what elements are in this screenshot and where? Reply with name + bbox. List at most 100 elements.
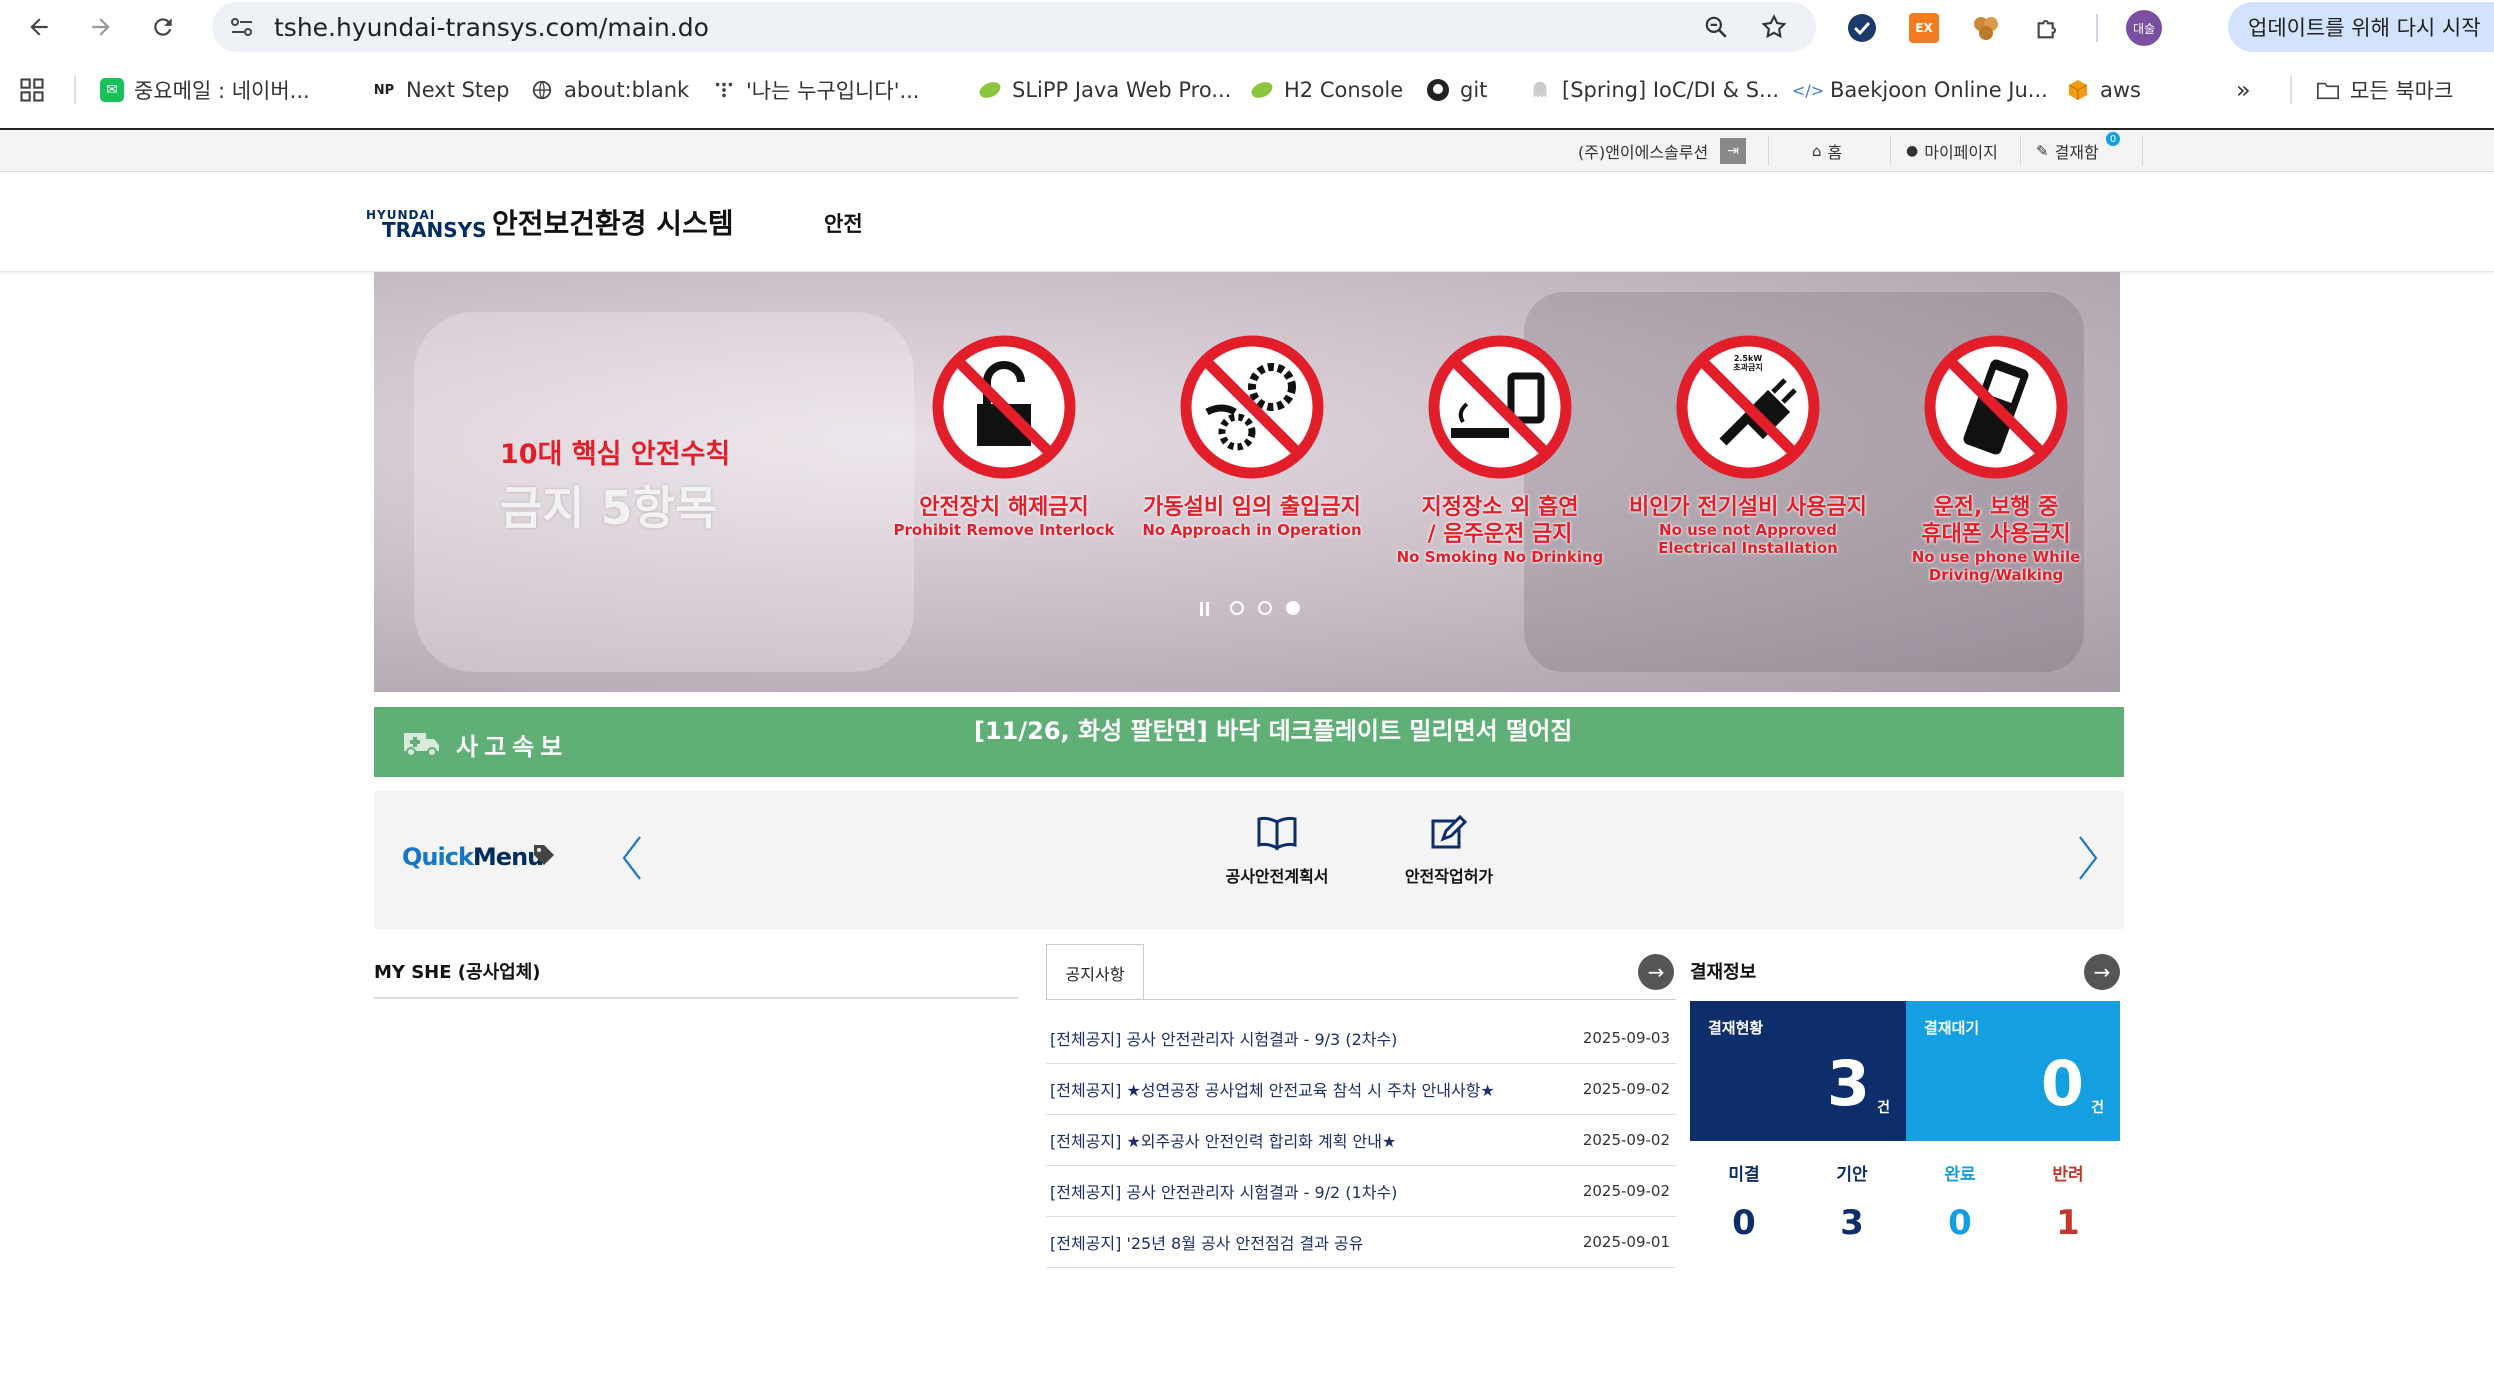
tab-notice[interactable]: 공지사항	[1046, 944, 1144, 1000]
address-bar[interactable]: tshe.hyundai-transys.com/main.do	[212, 2, 1816, 52]
slider-dot-active[interactable]	[1286, 601, 1300, 615]
approval-waiting-box[interactable]: 결재대기 0 건	[1906, 1001, 2120, 1141]
stat-value: 3	[1840, 1203, 1864, 1243]
notice-row[interactable]: [전체공지] '25년 8월 공사 안전점검 결과 공유 2025-09-01	[1046, 1217, 1676, 1268]
site-info-icon[interactable]	[228, 14, 256, 44]
bookmark-item[interactable]: </> Baekjoon Online Ju...	[1792, 72, 2048, 108]
extensions-puzzle-icon[interactable]	[2030, 10, 2066, 46]
quick-item-work-permit[interactable]: 안전작업허가	[1374, 814, 1524, 887]
accident-news-text[interactable]: [11/26, 화성 팔탄면] 바닥 데크플레이트 밀리면서 떨어짐	[974, 711, 1572, 746]
nav-item-safety[interactable]: 안전	[824, 208, 863, 238]
folder-icon	[2316, 78, 2340, 102]
bookmark-star-icon[interactable]	[1756, 9, 1792, 45]
hyundai-transys-logo[interactable]: HYUNDAI TRANSYS	[366, 198, 487, 248]
notice-title[interactable]: [전체공지] 공사 안전관리자 시험결과 - 9/2 (1차수)	[1050, 1179, 1397, 1203]
approval-waiting-label: 결재대기	[1924, 1019, 1980, 1037]
util-divider	[2142, 136, 2143, 166]
notice-more-arrow-icon[interactable]: →	[1638, 954, 1674, 990]
sign-label-ko: 비인가 전기설비 사용금지	[1629, 495, 1867, 520]
machine-prohibited-icon	[1180, 335, 1324, 479]
sign-label-ko: 지정장소 외 흡연 / 음주운전 금지	[1421, 495, 1579, 547]
approval-stat-completed[interactable]: 완료 0	[1910, 1160, 2010, 1243]
hero-banner: 10대 핵심 안전수칙 금지 5항목 안전장치 해제금지 Prohibit Re…	[374, 272, 2120, 692]
bookmark-item[interactable]: ✉ 중요메일 : 네이버...	[100, 72, 310, 108]
approval-more-arrow-icon[interactable]: →	[2084, 954, 2120, 990]
notice-title[interactable]: [전체공지] ★외주공사 안전인력 합리화 계획 안내★	[1050, 1128, 1396, 1152]
dots-icon	[712, 78, 736, 102]
profile-avatar[interactable]: 대술	[2126, 10, 2162, 46]
apps-grid-icon[interactable]	[18, 72, 46, 108]
stat-value: 1	[2056, 1203, 2080, 1243]
bookmark-item[interactable]: aws	[2066, 72, 2141, 108]
bookmark-item[interactable]: about:blank	[530, 72, 689, 108]
quick-menu-prev-arrow[interactable]	[620, 835, 644, 885]
stat-label: 반려	[2052, 1165, 2084, 1185]
approval-stat-rejected[interactable]: 반려 1	[2018, 1160, 2118, 1243]
notice-title[interactable]: [전체공지] ★성연공장 공사업체 안전교육 참석 시 주차 안내사항★	[1050, 1077, 1495, 1101]
all-bookmarks-folder[interactable]: 모든 북마크	[2316, 72, 2453, 108]
util-divider	[1890, 136, 1891, 166]
slider-dot[interactable]	[1230, 601, 1244, 615]
quick-item-construction-plan[interactable]: 공사안전계획서	[1202, 815, 1352, 887]
zoom-icon[interactable]	[1698, 9, 1734, 45]
quick-menu-next-arrow[interactable]	[2076, 835, 2100, 885]
hero-subtitle: 10대 핵심 안전수칙	[500, 439, 731, 470]
mypage-link[interactable]: ● 마이페이지	[1906, 130, 1998, 172]
util-divider	[1768, 136, 1769, 166]
pencil-icon: ✎	[2036, 142, 2049, 160]
logout-icon[interactable]: ⇥	[1720, 138, 1746, 164]
open-book-icon	[1257, 816, 1297, 851]
notice-row[interactable]: [전체공지] ★성연공장 공사업체 안전교육 참석 시 주차 안내사항★ 202…	[1046, 1064, 1676, 1115]
forward-icon[interactable]	[82, 8, 120, 46]
extension-cookie-icon[interactable]	[1968, 10, 2004, 46]
stat-label: 미결	[1728, 1165, 1760, 1185]
notice-date: 2025-09-02	[1582, 1080, 1670, 1098]
bookmark-item[interactable]: git	[1426, 72, 1487, 108]
notice-date: 2025-09-02	[1582, 1182, 1670, 1200]
update-restart-button[interactable]: 업데이트를 위해 다시 시작	[2228, 2, 2494, 52]
back-icon[interactable]	[20, 8, 58, 46]
aws-cube-icon	[2066, 78, 2090, 102]
extension-ex-icon[interactable]: EX	[1906, 10, 1942, 46]
accident-news-label: 사고속보	[456, 733, 569, 761]
notice-title[interactable]: [전체공지] 공사 안전관리자 시험결과 - 9/3 (2차수)	[1050, 1026, 1397, 1050]
notice-row[interactable]: [전체공지] ★외주공사 안전인력 합리화 계획 안내★ 2025-09-02	[1046, 1115, 1676, 1166]
ghost-icon	[1528, 78, 1552, 102]
slider-dot[interactable]	[1258, 601, 1272, 615]
tag-icon	[532, 843, 556, 871]
approval-link[interactable]: ✎ 결재함	[2036, 130, 2099, 172]
extension-check-icon[interactable]	[1844, 10, 1880, 46]
bookmark-item[interactable]: SLiPP Java Web Pro...	[978, 72, 1231, 108]
unlock-prohibited-icon	[932, 335, 1076, 479]
notice-title[interactable]: [전체공지] '25년 8월 공사 안전점검 결과 공유	[1050, 1230, 1363, 1254]
stat-label: 기안	[1836, 1165, 1868, 1185]
approval-status-label: 결재현황	[1708, 1019, 1764, 1037]
sign-label-ko: 가동설비 임의 출입금지	[1143, 495, 1361, 520]
notice-date: 2025-09-03	[1582, 1029, 1670, 1047]
url-text[interactable]: tshe.hyundai-transys.com/main.do	[274, 13, 709, 42]
bookmark-item[interactable]: [Spring] IoC/DI & S...	[1528, 72, 1779, 108]
reload-icon[interactable]	[144, 8, 182, 46]
phone-prohibited-icon	[1924, 335, 2068, 479]
home-link[interactable]: ⌂ 홈	[1812, 130, 1842, 172]
bookmark-divider	[74, 76, 76, 104]
stat-value: 0	[1948, 1203, 1972, 1243]
smoking-drinking-prohibited-icon	[1428, 335, 1572, 479]
toolbar-divider	[2096, 14, 2098, 42]
sign-label-en: No Approach in Operation	[1142, 521, 1362, 539]
bookmark-item[interactable]: '나는 누구입니다'...	[712, 72, 920, 108]
more-bookmarks-icon[interactable]: »	[2236, 72, 2251, 108]
prohibition-sign-phone: 운전, 보행 중 휴대폰 사용금지 No use phone While Dri…	[1876, 332, 2116, 584]
sign-label-en: No Smoking No Drinking	[1396, 548, 1604, 566]
edit-document-icon	[1431, 814, 1468, 849]
github-icon	[1426, 78, 1450, 102]
bookmark-item[interactable]: NP Next Step	[372, 72, 510, 108]
slider-pause-icon[interactable]	[1200, 602, 1210, 616]
approval-stat-pending[interactable]: 미결 0	[1694, 1160, 1794, 1243]
bookmarks-bar: ✉ 중요메일 : 네이버... NP Next Step about:blank…	[0, 62, 2494, 118]
approval-status-box[interactable]: 결재현황 3 건	[1690, 1001, 1906, 1141]
bookmark-item[interactable]: H2 Console	[1250, 72, 1403, 108]
notice-row[interactable]: [전체공지] 공사 안전관리자 시험결과 - 9/2 (1차수) 2025-09…	[1046, 1166, 1676, 1217]
approval-stat-drafted[interactable]: 기안 3	[1802, 1160, 1902, 1243]
notice-row[interactable]: [전체공지] 공사 안전관리자 시험결과 - 9/3 (2차수) 2025-09…	[1046, 1013, 1676, 1064]
